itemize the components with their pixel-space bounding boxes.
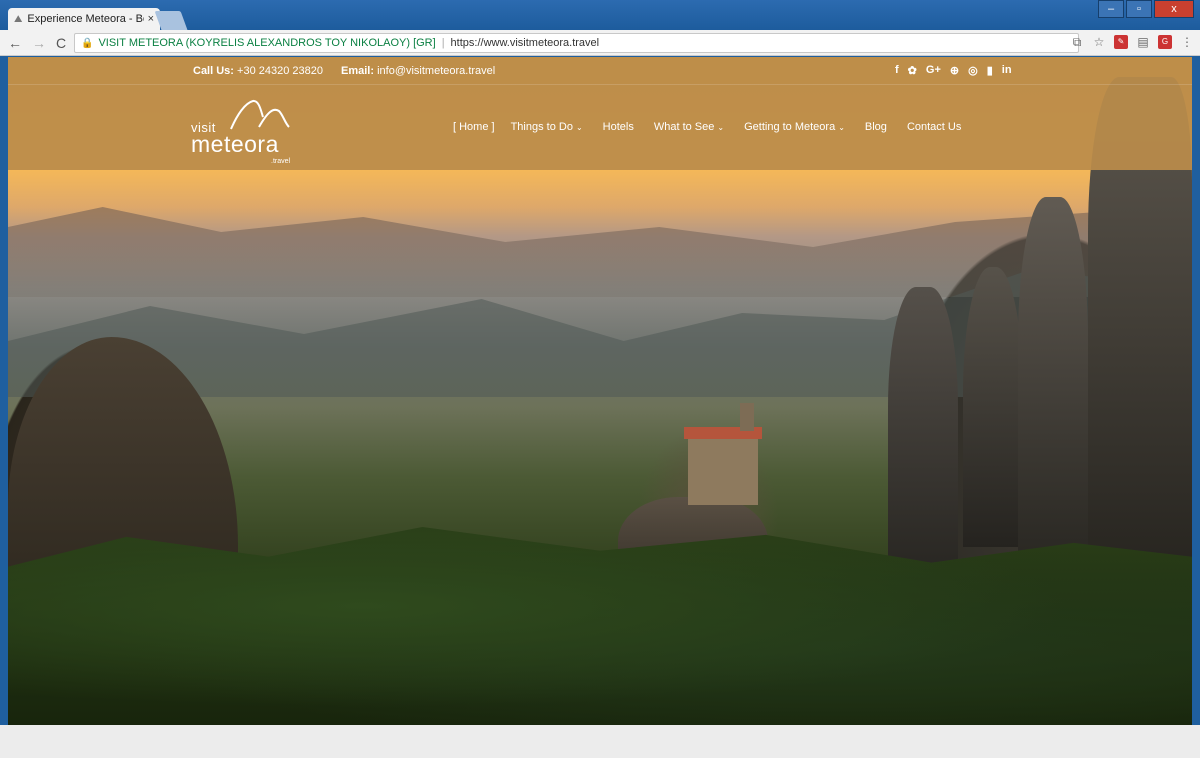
browser-toolbar: ← → C 🔒 VISIT METEORA (KOYRELIS ALEXANDR… (0, 30, 1200, 56)
nav-hotels[interactable]: Hotels (603, 121, 634, 133)
nav-things-to-do[interactable]: Things to Do ⌄ (511, 121, 583, 133)
extensions-area: ⧉ ☆ ✎ ▤ G ⋮ (1070, 35, 1194, 49)
youtube-icon[interactable]: ▮ (987, 64, 993, 77)
facebook-icon[interactable]: f (895, 64, 899, 77)
chevron-down-icon: ⌄ (717, 122, 725, 132)
email-contact[interactable]: Email: info@visitmeteora.travel (341, 65, 495, 77)
instagram-icon[interactable]: ◎ (968, 64, 978, 77)
extension-icon-3[interactable]: G (1158, 35, 1172, 49)
rock-pillar (1018, 197, 1088, 557)
chevron-down-icon: ⌄ (838, 122, 845, 132)
email-label: Email: (341, 65, 375, 77)
address-bar[interactable]: 🔒 VISIT METEORA (KOYRELIS ALEXANDROS TOY… (74, 33, 1079, 53)
chevron-down-icon: ⌄ (575, 122, 583, 132)
call-label: Call Us: (193, 65, 234, 77)
nav-getting-to-meteora[interactable]: Getting to Meteora ⌄ (744, 121, 845, 133)
lock-icon: 🔒 (81, 37, 94, 49)
menu-icon[interactable]: ⋮ (1180, 35, 1194, 49)
mountain-logo-icon (230, 99, 290, 130)
new-tab-button[interactable] (154, 11, 188, 30)
close-window-button[interactable]: x (1154, 0, 1194, 18)
linkedin-icon[interactable]: in (1002, 64, 1012, 77)
pinterest-icon[interactable]: ⊕ (950, 64, 959, 77)
main-navigation: [ Home ] Things to Do ⌄ Hotels What to Se… (453, 121, 981, 133)
forward-button[interactable]: → (32, 35, 46, 51)
tab-title: Experience Meteora - Bo (27, 13, 144, 25)
frame-right (1192, 57, 1200, 725)
browser-window: ⛰ Experience Meteora - Bo × – ▫ x ← → C … (0, 0, 1200, 758)
nav-home[interactable]: [ Home ] (453, 121, 495, 133)
browser-tab[interactable]: ⛰ Experience Meteora - Bo × (8, 8, 160, 30)
reload-button[interactable]: C (56, 35, 66, 51)
frame-left (0, 57, 8, 725)
monastery-tower (740, 403, 754, 431)
logo-travel: .travel (271, 158, 291, 165)
monastery (684, 403, 762, 505)
nav-what-to-see-label: What to See (653, 121, 715, 133)
google-plus-icon[interactable]: G+ (926, 64, 941, 77)
title-bar: ⛰ Experience Meteora - Bo × – ▫ x (0, 0, 1200, 30)
nav-contact-us[interactable]: Contact Us (907, 121, 961, 133)
rock-pillar (963, 267, 1023, 547)
page-bottom-area (0, 725, 1200, 758)
back-button[interactable]: ← (8, 35, 22, 51)
bookmark-star-icon[interactable]: ☆ (1092, 35, 1106, 49)
extension-icon-2[interactable]: ▤ (1136, 35, 1150, 49)
minimize-button[interactable]: – (1098, 0, 1124, 18)
site-header: Call Us: +30 24320 23820 Email: info@vis… (8, 57, 1192, 170)
contact-bar: Call Us: +30 24320 23820 Email: info@vis… (8, 57, 1192, 85)
favicon-icon: ⛰ (14, 13, 23, 25)
twitter-icon[interactable]: ✿ (908, 64, 917, 77)
translate-icon[interactable]: ⧉ (1070, 35, 1084, 49)
call-us[interactable]: Call Us: +30 24320 23820 (193, 65, 323, 77)
nav-things-to-do-label: Things to Do (510, 121, 573, 133)
social-links: f ✿ G+ ⊕ ◎ ▮ in (895, 64, 1012, 77)
separator: | (441, 37, 445, 49)
window-controls: – ▫ x (1098, 0, 1194, 18)
email-address: info@visitmeteora.travel (377, 65, 496, 77)
tab-close-icon[interactable]: × (148, 13, 154, 25)
extension-icon[interactable]: ✎ (1114, 35, 1128, 49)
url-text: https://www.visitmeteora.travel (450, 37, 600, 49)
web-page: Call Us: +30 24320 23820 Email: info@vis… (8, 57, 1192, 725)
maximize-button[interactable]: ▫ (1126, 0, 1152, 18)
nav-blog[interactable]: Blog (865, 121, 887, 133)
forest (8, 527, 1192, 725)
rock-pillar (888, 287, 958, 587)
logo-meteora: meteora (191, 131, 279, 157)
phone-number: +30 24320 23820 (237, 65, 323, 77)
certificate-label: VISIT METEORA (KOYRELIS ALEXANDROS TOY N… (98, 37, 436, 49)
nav-what-to-see[interactable]: What to See ⌄ (654, 121, 724, 133)
nav-getting-to-meteora-label: Getting to Meteora (744, 121, 836, 133)
